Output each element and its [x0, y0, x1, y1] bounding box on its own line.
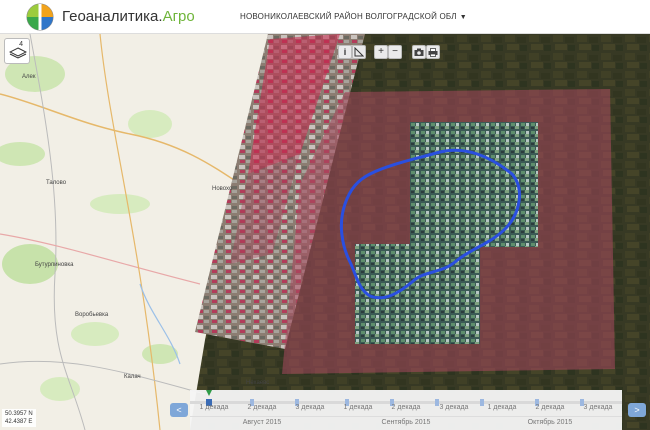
month-label: Август 2015 — [242, 419, 282, 426]
map-canvas[interactable]: Алек Талово Бутурлиновка Воробьевка Кала… — [0, 34, 650, 430]
timeline-next-button[interactable]: > — [628, 403, 646, 417]
brand-accent: Агро — [162, 8, 195, 25]
dekad-label[interactable]: 2 декада — [526, 402, 574, 414]
place-label: Алек — [22, 74, 36, 80]
place-label: Бутурлиновка — [35, 262, 74, 268]
coordinates-readout: 50.3957 N 42.4387 E — [2, 409, 36, 427]
ruler-icon — [354, 46, 365, 57]
info-icon: i — [343, 47, 347, 57]
app-title[interactable]: Геоаналитика.Агро — [62, 8, 195, 25]
region-selector[interactable]: НОВОНИКОЛАЕВСКИЙ РАЙОН ВОЛГОГРАДСКОЙ ОБЛ… — [240, 12, 467, 21]
place-label: Талово — [46, 180, 67, 186]
print-button[interactable] — [426, 45, 440, 59]
prev-label: < — [176, 405, 182, 415]
dekad-label[interactable]: 1 декада — [334, 402, 382, 414]
zoom-out-label: − — [392, 46, 398, 57]
caret-down-icon: ▼ — [459, 14, 467, 21]
screenshot-button[interactable] — [412, 45, 426, 59]
satellite-basemap — [0, 34, 650, 430]
dekad-label[interactable]: 1 декада — [190, 402, 238, 414]
timeline-prev-button[interactable]: < — [170, 403, 188, 417]
month-label: Октябрь 2015 — [527, 419, 573, 426]
print-icon — [428, 48, 438, 57]
place-label: Нехаевс — [246, 380, 270, 386]
month-label: Сентябрь 2015 — [381, 419, 431, 426]
layers-icon — [9, 47, 27, 59]
place-label: Новохо — [212, 186, 233, 192]
dekad-label[interactable]: 2 декада — [382, 402, 430, 414]
place-label: Калач — [124, 374, 141, 380]
timeline-months: Август 2015 Сентябрь 2015 Октябрь 2015 — [190, 416, 622, 428]
region-label: НОВОНИКОЛАЕВСКИЙ РАЙОН ВОЛГОГРАДСКОЙ ОБЛ — [240, 12, 457, 21]
info-button[interactable]: i — [338, 45, 352, 59]
brand-main: Геоаналитика. — [62, 8, 163, 25]
app-header: Геоаналитика.Агро НОВОНИКОЛАЕВСКИЙ РАЙОН… — [0, 0, 650, 34]
current-date-marker-icon[interactable] — [206, 390, 212, 398]
next-label: > — [634, 405, 640, 415]
ruler-button[interactable] — [352, 45, 366, 59]
latitude-value: 50.3957 N — [5, 411, 33, 417]
place-label: Воробьевка — [75, 312, 109, 318]
longitude-value: 42.4387 E — [5, 419, 33, 425]
dekad-label[interactable]: 3 декада — [574, 402, 622, 414]
dekad-label[interactable]: 3 декада — [430, 402, 478, 414]
app-logo-icon[interactable] — [26, 3, 54, 31]
layers-button[interactable]: 4 — [4, 38, 30, 64]
zoom-in-button[interactable]: + — [374, 45, 388, 59]
timeline-dekads: 1 декада 2 декада 3 декада 1 декада 2 де… — [190, 402, 622, 414]
timeline-slider[interactable]: 1 декада 2 декада 3 декада 1 декада 2 де… — [190, 390, 622, 430]
dekad-label[interactable]: 2 декада — [238, 402, 286, 414]
dekad-label[interactable]: 1 декада — [478, 402, 526, 414]
camera-icon — [414, 48, 424, 56]
zoom-in-label: + — [378, 46, 384, 57]
dekad-label[interactable]: 3 декада — [286, 402, 334, 414]
zoom-out-button[interactable]: − — [388, 45, 402, 59]
